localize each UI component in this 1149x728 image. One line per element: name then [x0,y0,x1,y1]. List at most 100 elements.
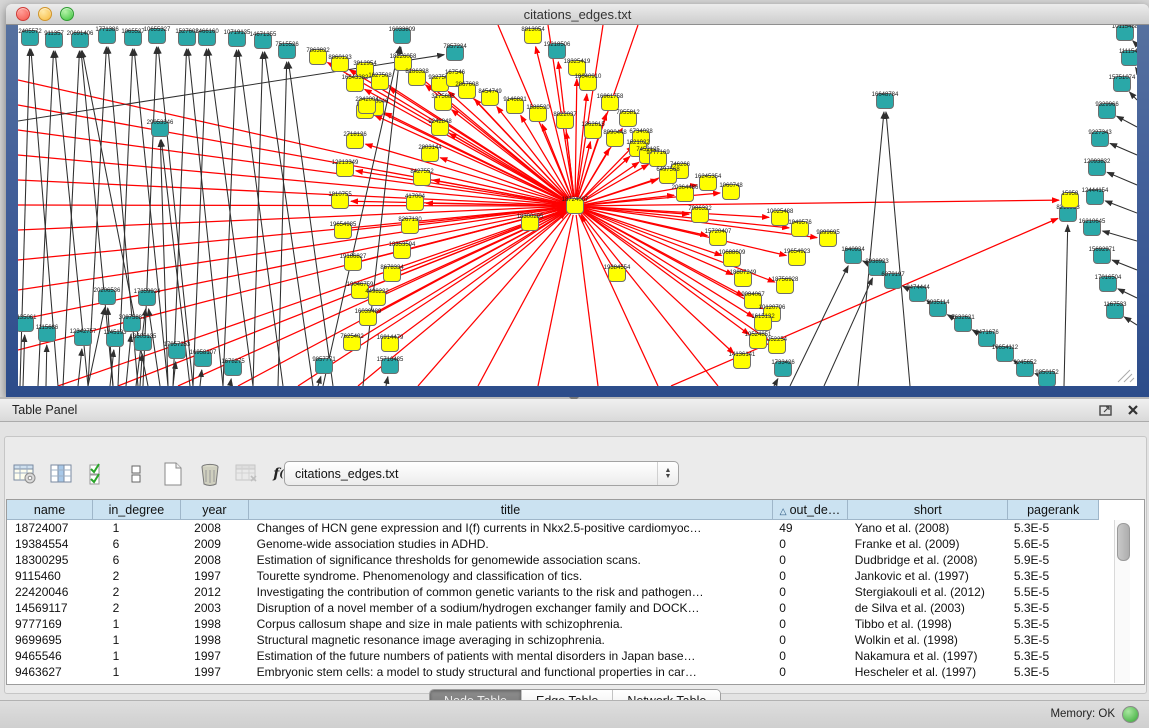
table-settings-icon[interactable] [11,461,39,487]
graph-edge[interactable] [580,148,610,198]
column-header-pagerank[interactable]: pagerank [1008,500,1099,520]
table-cell[interactable]: 9465546 [7,648,93,664]
table-row[interactable]: 977716911998Corpus callosum shape and si… [7,616,1099,632]
table-cell[interactable]: 9699695 [7,632,93,648]
table-cell[interactable]: Franke et al. (2009) [848,536,1008,552]
graph-node[interactable]: 8822037 [553,112,577,129]
graph-node[interactable]: 10688609 [719,250,746,267]
graph-node[interactable]: 20206536 [94,288,121,305]
graph-node[interactable]: 8813054 [521,27,545,44]
graph-node[interactable]: 18353594 [389,242,416,259]
graph-node[interactable]: 1627508 [368,73,392,90]
column-header-in_degree[interactable]: in_degree [93,500,181,520]
graph-edge[interactable] [1117,116,1137,127]
table-cell[interactable]: 22420046 [7,584,93,600]
column-header-name[interactable]: name [7,500,93,520]
table-cell[interactable]: 1 [93,664,181,680]
graph-node[interactable]: 15716485 [377,357,404,374]
column-header-title[interactable]: title [249,500,773,520]
graph-edge[interactable] [584,193,720,205]
graph-node[interactable]: 9857771 [312,357,336,374]
table-cell[interactable]: 2009 [180,536,248,552]
table-cell[interactable]: 19384554 [7,536,93,552]
table-cell[interactable]: 2 [93,584,181,600]
graph-edge[interactable] [1103,231,1137,241]
graph-node[interactable]: 9850152 [1035,370,1059,386]
table-cell[interactable]: Disruption of a novel member of a sodium… [249,600,773,616]
graph-node[interactable]: 12444154 [1082,188,1109,205]
graph-edge[interactable] [1105,201,1137,213]
table-cell[interactable]: Investigating the contribution of common… [249,584,773,600]
graph-edge[interactable] [1136,68,1137,70]
graph-edge[interactable] [46,345,47,386]
column-preferences-icon[interactable] [48,461,76,487]
graph-edge[interactable] [188,49,223,386]
graph-edge[interactable] [579,214,658,386]
graph-edge[interactable] [18,206,566,230]
row-height-icon[interactable] [122,461,150,487]
graph-node[interactable]: 8860123 [328,55,352,72]
table-cell[interactable]: 14569117 [7,600,93,616]
table-cell[interactable]: 5.3E-5 [1008,520,1099,537]
graph-node[interactable]: 1771386 [95,27,119,44]
graph-node[interactable]: 9899695 [816,230,840,247]
graph-node[interactable]: 19166827 [340,254,367,271]
table-cell[interactable]: 5.3E-5 [1008,664,1099,680]
table-row[interactable]: 946554611997Estimation of the future num… [7,648,1099,664]
graph-edge[interactable] [1064,225,1068,386]
graph-node[interactable]: 16914479 [377,335,404,352]
graph-node[interactable]: 1065527 [121,29,145,46]
graph-node[interactable]: 7955812 [616,110,640,127]
graph-node[interactable]: 8678334 [380,265,404,282]
table-cell[interactable]: 5.9E-5 [1008,552,1099,568]
table-cell[interactable]: Estimation of the future numbers of pati… [249,648,773,664]
graph-edge[interactable] [1107,172,1137,185]
graph-node[interactable]: 417004 [405,194,426,211]
graph-edge[interactable] [1130,92,1137,100]
graph-node[interactable]: 9329966 [1095,102,1119,119]
graph-node[interactable]: 20691406 [67,31,94,48]
graph-edge[interactable] [1118,289,1137,298]
table-cell[interactable]: Corpus callosum shape and size in male p… [249,616,773,632]
zoom-window-button[interactable] [60,7,74,21]
table-cell[interactable]: 5.3E-5 [1008,616,1099,632]
table-cell[interactable]: 2 [93,600,181,616]
table-cell[interactable]: 1998 [180,616,248,632]
table-cell[interactable]: 9115460 [7,568,93,584]
table-cell[interactable]: 0 [772,632,848,648]
close-panel-icon[interactable] [1127,404,1139,416]
graph-edge[interactable] [78,349,82,386]
table-cell[interactable]: 2003 [180,600,248,616]
table-cell[interactable]: 5.3E-5 [1008,648,1099,664]
graph-node[interactable]: 1145193 [104,330,128,347]
import-table-icon[interactable] [233,461,261,487]
graph-edge[interactable] [582,156,630,200]
delete-table-icon[interactable] [196,461,224,487]
graph-node[interactable]: 8466160 [195,29,219,46]
table-cell[interactable]: Genome-wide association studies in ADHD. [249,536,773,552]
graph-node[interactable]: 9227343 [1088,130,1112,147]
network-canvas[interactable]: 1872400724055729113572069140617713861065… [18,25,1137,386]
table-cell[interactable]: 5.3E-5 [1008,568,1099,584]
graph-node[interactable]: 1135061 [18,315,37,332]
graph-node[interactable]: 7863822 [306,48,330,65]
table-cell[interactable]: Tibbo et al. (1998) [848,616,1008,632]
graph-node[interactable]: 15751074 [1109,75,1136,92]
graph-node[interactable]: 16210645 [1079,219,1106,236]
graph-edge[interactable] [386,377,388,386]
graph-edge[interactable] [576,215,598,386]
graph-edge[interactable] [581,213,718,386]
graph-node[interactable]: 1949576 [788,220,812,237]
graph-node[interactable]: 7857224 [443,44,467,61]
table-row[interactable]: 1938455462009Genome-wide association stu… [7,536,1099,552]
table-cell[interactable]: 9777169 [7,616,93,632]
table-cell[interactable]: 2008 [180,520,248,537]
graph-node[interactable]: 12342757 [70,329,97,346]
graph-node[interactable]: 10655327 [144,27,171,44]
table-cell[interactable]: Changes of HCN gene expression and I(f) … [249,520,773,537]
graph-node[interactable]: 19218506 [544,42,571,59]
table-cell[interactable]: Nakamura et al. (1997) [848,648,1008,664]
graph-node[interactable]: 7515526 [275,42,299,59]
network-window-titlebar[interactable]: citations_edges.txt [6,4,1149,25]
graph-node[interactable]: 8990448 [603,130,627,147]
